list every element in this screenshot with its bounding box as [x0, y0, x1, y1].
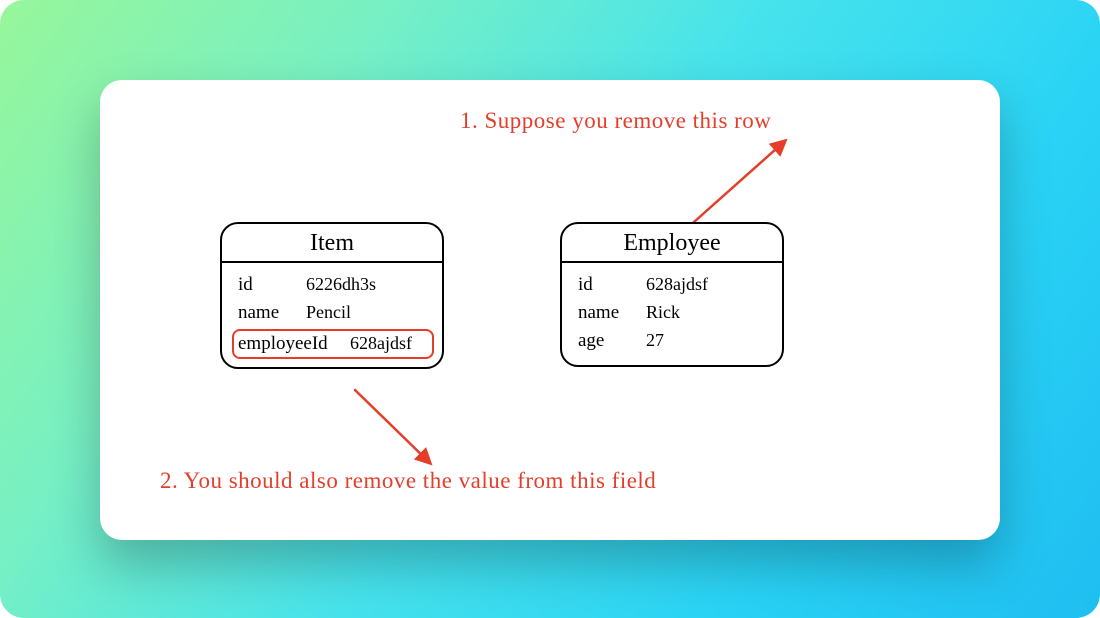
entity-item: Item id 6226dh3s name Pencil employeeId …	[220, 222, 444, 369]
employee-id-key: id	[578, 274, 636, 296]
item-id-key: id	[238, 274, 296, 296]
diagram-card: 1. Suppose you remove this row Item id 6…	[100, 80, 1000, 540]
employee-row-name: name Rick	[576, 299, 770, 327]
arrow-to-employee-row	[650, 135, 830, 235]
employee-id-value: 628ajdsf	[646, 274, 708, 295]
employee-age-value: 27	[646, 330, 664, 351]
item-row-employeeid-highlighted: employeeId 628ajdsf	[232, 329, 434, 359]
annotation-top: 1. Suppose you remove this row	[460, 108, 771, 134]
gradient-stage: 1. Suppose you remove this row Item id 6…	[0, 0, 1100, 618]
entity-employee-title: Employee	[562, 224, 782, 263]
entity-employee: Employee id 628ajdsf name Rick age 27	[560, 222, 784, 367]
arrow-to-field-annotation	[325, 388, 475, 478]
employee-age-key: age	[578, 330, 636, 352]
item-empid-value: 628ajdsf	[350, 333, 412, 354]
item-row-id: id 6226dh3s	[236, 271, 430, 299]
employee-name-key: name	[578, 302, 636, 324]
item-row-name: name Pencil	[236, 299, 430, 327]
item-name-key: name	[238, 302, 296, 324]
annotation-bottom: 2. You should also remove the value from…	[160, 468, 656, 494]
item-empid-key: employeeId	[238, 333, 340, 355]
employee-row-id: id 628ajdsf	[576, 271, 770, 299]
entity-item-title: Item	[222, 224, 442, 263]
item-id-value: 6226dh3s	[306, 274, 376, 295]
item-name-value: Pencil	[306, 302, 351, 323]
employee-row-age: age 27	[576, 327, 770, 355]
employee-name-value: Rick	[646, 302, 680, 323]
